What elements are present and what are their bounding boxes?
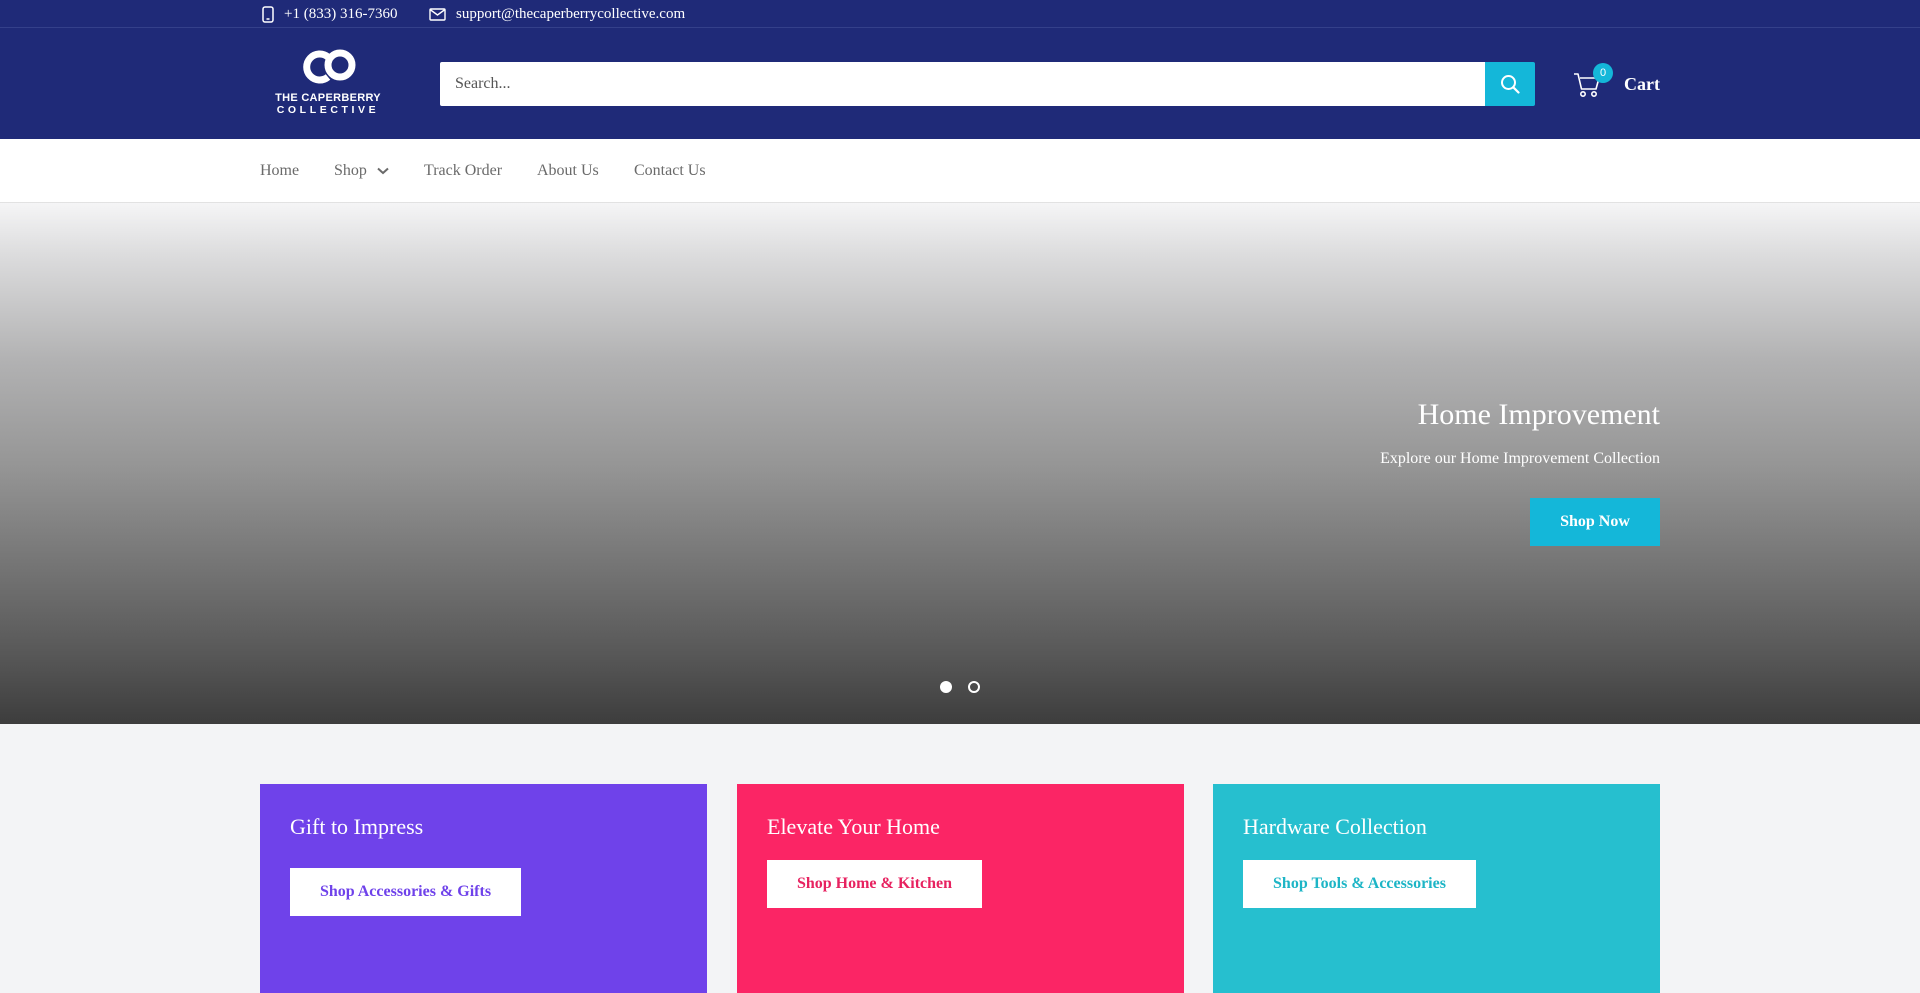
main-nav: Home Shop Track Order About Us Contact U… xyxy=(0,139,1920,203)
shop-accessories-gifts-button[interactable]: Shop Accessories & Gifts xyxy=(290,868,521,916)
promo-card-gifts[interactable]: Gift to Impress Shop Accessories & Gifts xyxy=(260,784,707,993)
logo-line-2: COLLECTIVE xyxy=(276,104,380,116)
site-logo[interactable]: THE CAPERBERRY COLLECTIVE xyxy=(270,46,386,122)
slider-dot-1[interactable] xyxy=(940,681,952,693)
shop-now-button[interactable]: Shop Now xyxy=(1530,498,1660,546)
nav-label: Contact Us xyxy=(634,162,706,179)
nav-item-contact-us[interactable]: Contact Us xyxy=(634,139,706,203)
promo-card-home[interactable]: Elevate Your Home Shop Home & Kitchen xyxy=(737,784,1184,993)
phone-number: +1 (833) 316-7360 xyxy=(284,5,398,22)
nav-label: Track Order xyxy=(424,162,503,179)
nav-label: Home xyxy=(260,162,300,179)
search-button[interactable] xyxy=(1485,62,1535,106)
card-title: Elevate Your Home xyxy=(767,814,940,839)
slider-dot-2[interactable] xyxy=(968,681,980,693)
shop-tools-accessories-button[interactable]: Shop Tools & Accessories xyxy=(1243,860,1476,908)
phone-icon xyxy=(262,5,274,23)
email-contact[interactable]: support@thecaperberrycollective.com xyxy=(429,0,685,28)
nav-label: About Us xyxy=(537,162,599,179)
nav-label: Shop xyxy=(334,162,367,179)
logo-text: THE CAPERBERRY COLLECTIVE xyxy=(270,92,386,116)
card-title: Gift to Impress xyxy=(290,814,424,839)
search-bar xyxy=(440,62,1535,106)
cart-label: Cart xyxy=(1624,73,1660,94)
cart-count-badge: 0 xyxy=(1593,63,1613,83)
promo-card-hardware[interactable]: Hardware Collection Shop Tools & Accesso… xyxy=(1213,784,1660,993)
chevron-down-icon xyxy=(377,167,389,175)
email-address: support@thecaperberrycollective.com xyxy=(456,5,686,22)
nav-item-shop[interactable]: Shop xyxy=(334,139,389,203)
nav-item-track-order[interactable]: Track Order xyxy=(424,139,502,203)
top-info-bar: +1 (833) 316-7360 support@thecaperberryc… xyxy=(0,0,1920,28)
search-input[interactable] xyxy=(440,62,1485,106)
search-icon xyxy=(1501,75,1520,94)
nav-item-about-us[interactable]: About Us xyxy=(537,139,599,203)
mail-icon xyxy=(429,7,446,21)
hero-title: Home Improvement xyxy=(1417,398,1660,431)
logo-line-1: THE CAPERBERRY xyxy=(275,92,381,104)
hero-subtitle: Explore our Home Improvement Collection xyxy=(1380,450,1660,467)
phone-contact[interactable]: +1 (833) 316-7360 xyxy=(262,0,397,28)
nav-item-home[interactable]: Home xyxy=(260,139,299,203)
cart-icon-wrap: 0 xyxy=(1572,63,1613,99)
cart-button[interactable]: 0 Cart xyxy=(1572,63,1660,102)
hero-slider: Home Improvement Explore our Home Improv… xyxy=(0,203,1920,724)
logo-mark-icon xyxy=(303,49,356,84)
site-header: THE CAPERBERRY COLLECTIVE 0 Cart xyxy=(0,28,1920,139)
card-title: Hardware Collection xyxy=(1243,814,1427,839)
shop-home-kitchen-button[interactable]: Shop Home & Kitchen xyxy=(767,860,982,908)
